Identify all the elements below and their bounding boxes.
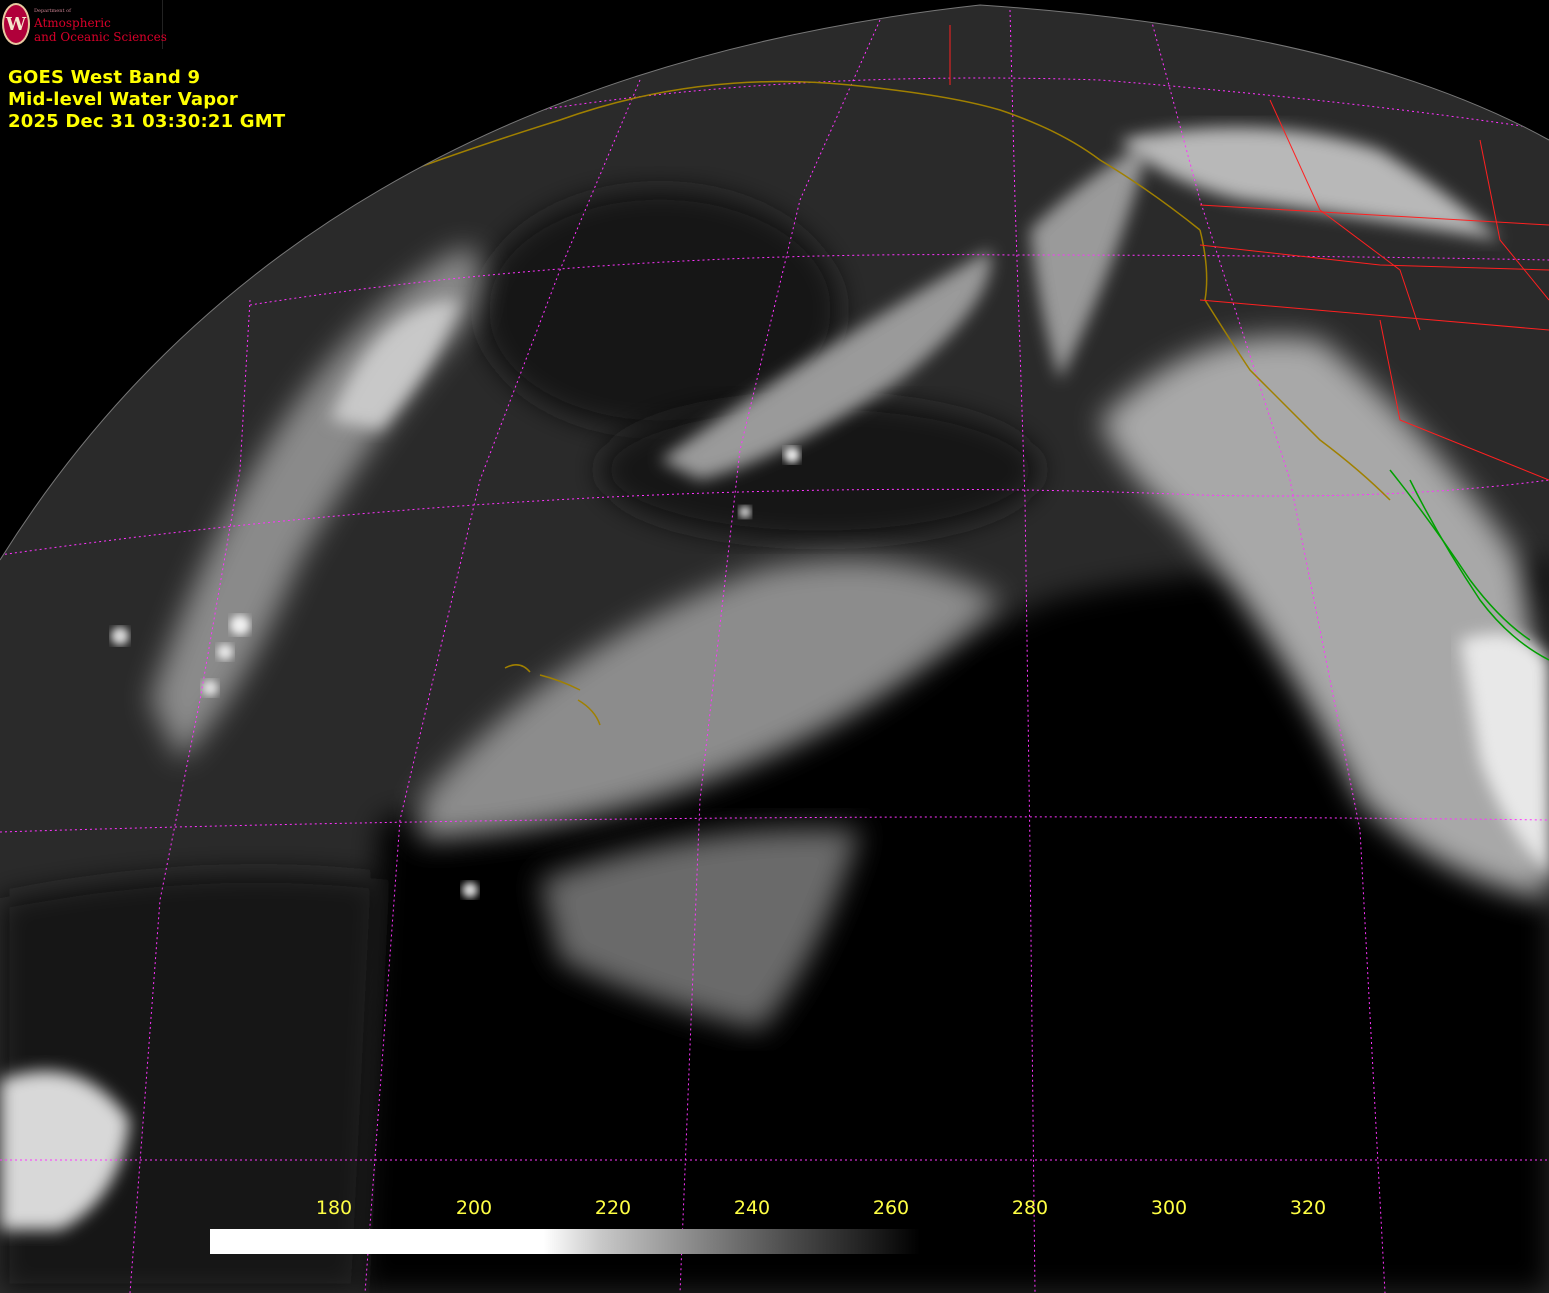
logo-department: Department of: [34, 8, 71, 14]
department-logo: W Department of Atmospheric and Oceanic …: [0, 0, 167, 49]
university-seal: W: [2, 3, 30, 45]
satellite-image: [0, 0, 1549, 1293]
temperature-colorbar: [210, 1229, 920, 1254]
colorbar-tick-220: 220: [594, 1197, 632, 1219]
timestamp: 2025 Dec 31 03:30:21 GMT: [8, 111, 286, 132]
colorbar-tick-320: 320: [1289, 1197, 1327, 1219]
product-title: GOES West Band 9: [8, 67, 201, 88]
colorbar-tick-200: 200: [455, 1197, 493, 1219]
colorbar-tick-240: 240: [733, 1197, 771, 1219]
colorbar-tick-260: 260: [872, 1197, 910, 1219]
colorbar-tick-280: 280: [1011, 1197, 1049, 1219]
logo-line-2: and Oceanic Sciences: [34, 30, 167, 44]
colorbar-tick-300: 300: [1150, 1197, 1188, 1219]
colorbar-tick-180: 180: [315, 1197, 353, 1219]
seal-letter: W: [5, 13, 27, 35]
logo-line-1: Atmospheric: [34, 16, 111, 30]
product-subtitle: Mid-level Water Vapor: [8, 89, 238, 110]
